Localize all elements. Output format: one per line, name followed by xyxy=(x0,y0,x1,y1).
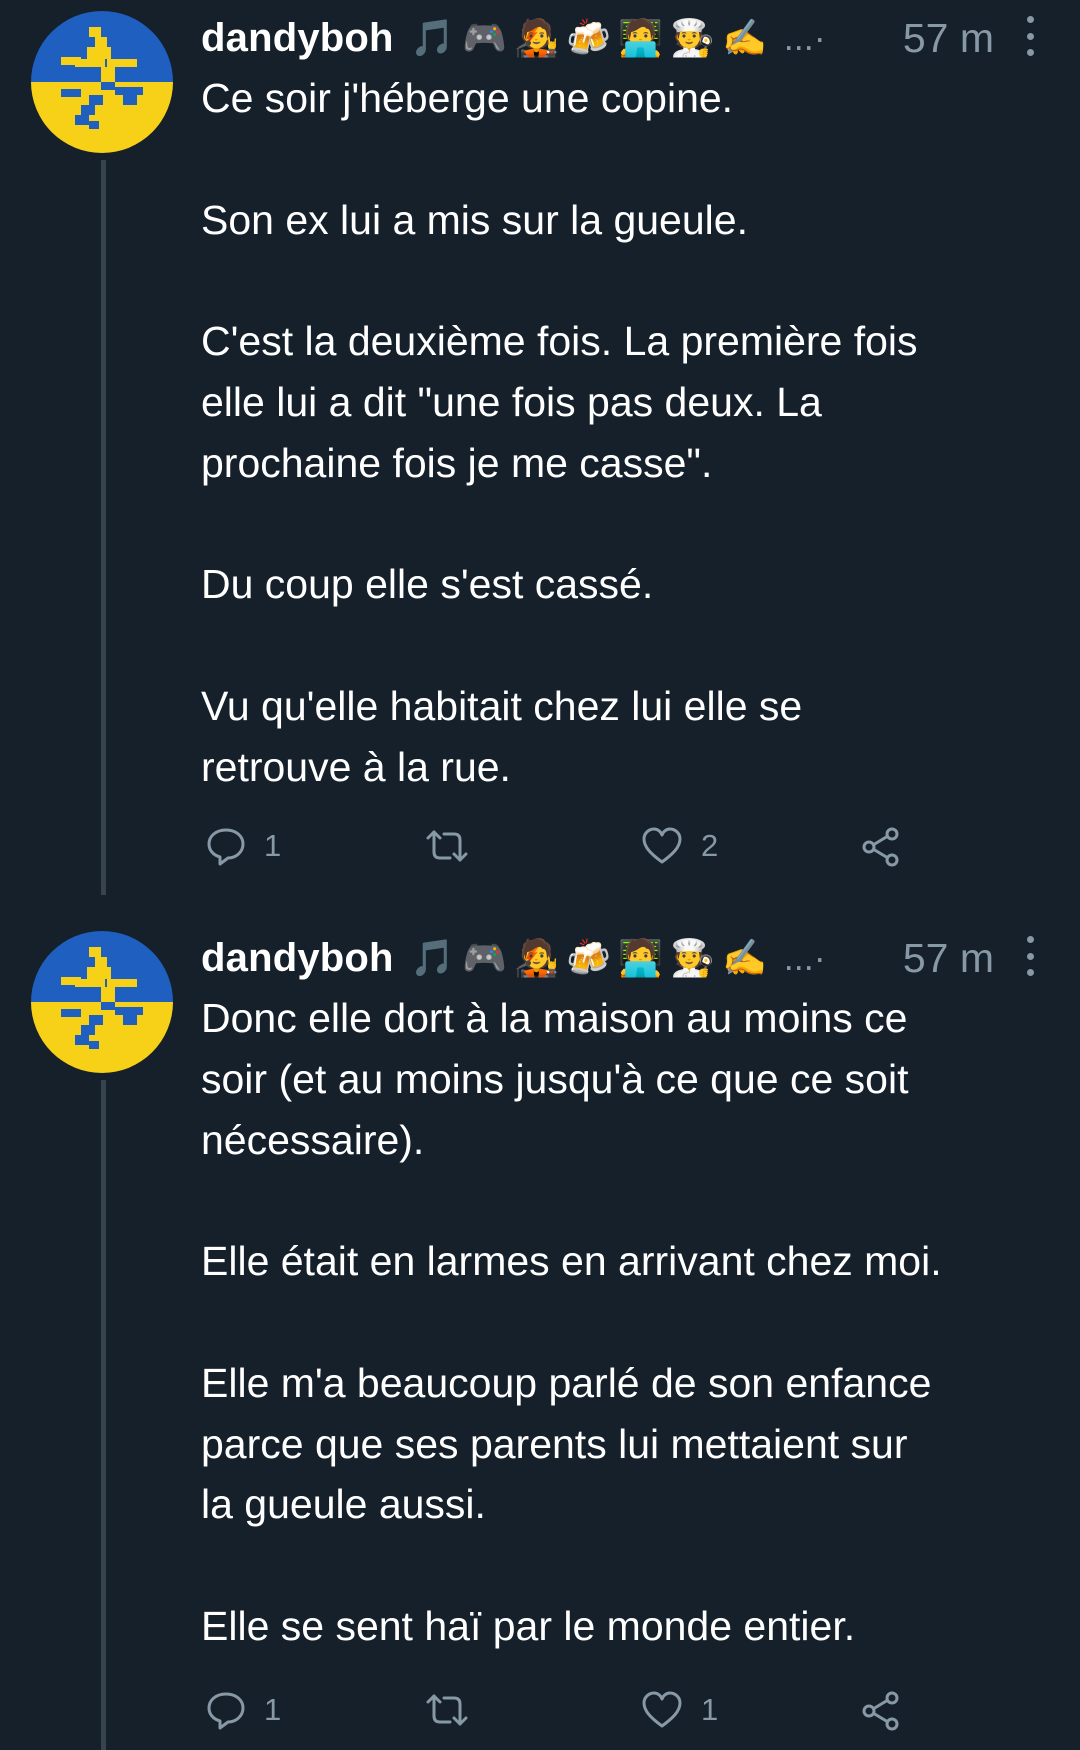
gamepad-emoji-icon: 🎮 xyxy=(462,17,508,58)
reply-button[interactable]: 1 xyxy=(206,826,281,866)
like-count: 1 xyxy=(701,1692,719,1727)
beer-mugs-emoji-icon: 🍻 xyxy=(566,17,612,58)
retweet-icon xyxy=(424,826,470,866)
tweet[interactable]: dandyboh 🎵 🎮 🧑‍🎤 🍻 🧑‍💻 🧑‍🍳 ✍️ ...· 57 m … xyxy=(0,920,1080,1750)
reply-button[interactable]: 1 xyxy=(206,1690,281,1730)
author-emoji-list: 🎵 🎮 🧑‍🎤 🍻 🧑‍💻 🧑‍🍳 ✍️ xyxy=(408,13,770,63)
author-name[interactable]: dandyboh xyxy=(201,936,394,981)
tweet-timestamp[interactable]: 57 m xyxy=(903,15,994,62)
share-button[interactable] xyxy=(860,826,902,868)
music-note-emoji-icon: 🎵 xyxy=(410,937,456,978)
tweet-text: Ce soir j'héberge une copine. Son ex lui… xyxy=(201,75,918,790)
retweet-button[interactable] xyxy=(424,1690,488,1730)
tweet-header: dandyboh 🎵 🎮 🧑‍🎤 🍻 🧑‍💻 🧑‍🍳 ✍️ ...· 57 m xyxy=(201,928,1080,988)
heart-icon xyxy=(641,826,683,866)
tweet-header: dandyboh 🎵 🎮 🧑‍🎤 🍻 🧑‍💻 🧑‍🍳 ✍️ ...· 57 m xyxy=(201,8,1080,68)
cook-emoji-icon: 🧑‍🍳 xyxy=(670,937,716,978)
cook-emoji-icon: 🧑‍🍳 xyxy=(670,17,716,58)
tweet-text: Donc elle dort à la maison au moins ce s… xyxy=(201,995,942,1649)
share-icon xyxy=(860,1690,902,1732)
heart-icon xyxy=(641,1690,683,1730)
name-truncation-ellipsis: ...· xyxy=(783,937,826,978)
avatar[interactable] xyxy=(31,11,173,153)
technologist-emoji-icon: 🧑‍💻 xyxy=(618,937,664,978)
writing-hand-emoji-icon: ✍️ xyxy=(722,937,768,978)
singer-emoji-icon: 🧑‍🎤 xyxy=(514,17,560,58)
share-button[interactable] xyxy=(860,1690,902,1732)
retweet-icon xyxy=(424,1690,470,1730)
reply-count: 1 xyxy=(264,1692,282,1727)
beer-mugs-emoji-icon: 🍻 xyxy=(566,937,612,978)
singer-emoji-icon: 🧑‍🎤 xyxy=(514,937,560,978)
technologist-emoji-icon: 🧑‍💻 xyxy=(618,17,664,58)
like-button[interactable]: 2 xyxy=(641,826,718,866)
author-name[interactable]: dandyboh xyxy=(201,16,394,61)
tweet-action-bar: 1 2 xyxy=(0,820,1080,876)
reply-icon xyxy=(206,1690,246,1730)
reply-icon xyxy=(206,826,246,866)
more-options-icon[interactable] xyxy=(1024,936,1036,976)
tweet-action-bar: 1 1 xyxy=(0,1684,1080,1740)
gamepad-emoji-icon: 🎮 xyxy=(462,937,508,978)
tweet-timestamp[interactable]: 57 m xyxy=(903,935,994,982)
like-count: 2 xyxy=(701,828,719,863)
avatar[interactable] xyxy=(31,931,173,1073)
author-emoji-list: 🎵 🎮 🧑‍🎤 🍻 🧑‍💻 🧑‍🍳 ✍️ xyxy=(408,933,770,983)
name-truncation-ellipsis: ...· xyxy=(783,17,826,58)
like-button[interactable]: 1 xyxy=(641,1690,718,1730)
share-icon xyxy=(860,826,902,868)
tweet[interactable]: dandyboh 🎵 🎮 🧑‍🎤 🍻 🧑‍💻 🧑‍🍳 ✍️ ...· 57 m … xyxy=(0,0,1080,920)
retweet-button[interactable] xyxy=(424,826,488,866)
music-note-emoji-icon: 🎵 xyxy=(410,17,456,58)
more-options-icon[interactable] xyxy=(1024,16,1036,56)
writing-hand-emoji-icon: ✍️ xyxy=(722,17,768,58)
reply-count: 1 xyxy=(264,828,282,863)
